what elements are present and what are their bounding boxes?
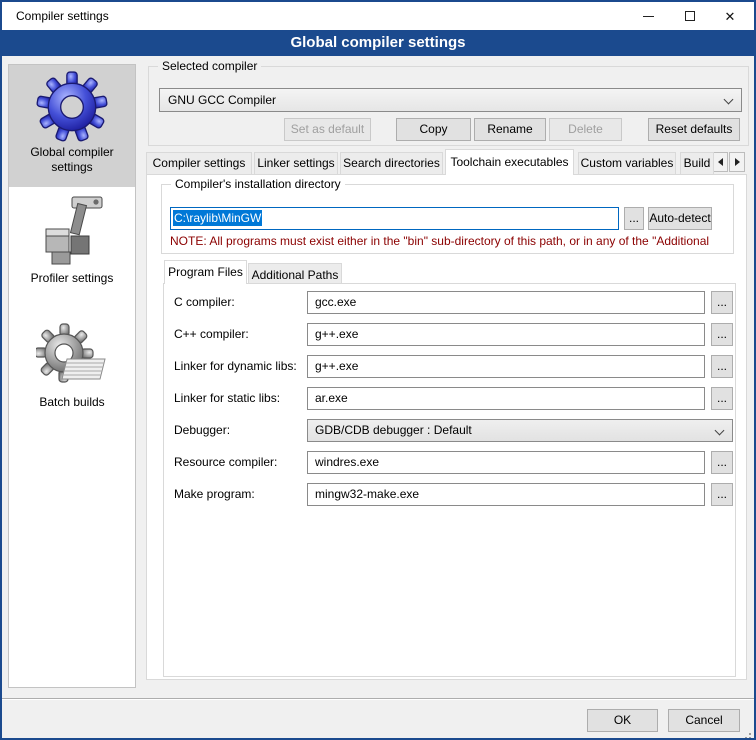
debugger-select[interactable]: GDB/CDB debugger : Default: [307, 419, 733, 442]
compiler-select[interactable]: GNU GCC Compiler: [159, 88, 742, 112]
field-row-linker-static: Linker for static libs: ar.exe ...: [164, 387, 735, 410]
footer-divider: [2, 698, 754, 700]
batch-builds-gear-icon: [36, 323, 108, 393]
field-row-c-compiler: C compiler: gcc.exe ...: [164, 291, 735, 314]
rename-button[interactable]: Rename: [474, 118, 546, 141]
selected-text: C:\raylib\MinGW: [173, 210, 262, 226]
tab-scroll-left-button[interactable]: [712, 152, 728, 172]
cpp-compiler-input[interactable]: g++.exe: [307, 323, 705, 346]
resource-compiler-input[interactable]: windres.exe: [307, 451, 705, 474]
delete-button[interactable]: Delete: [549, 118, 622, 141]
group-label: Compiler's installation directory: [171, 177, 345, 191]
sidebar-item-label: Batch builds: [33, 393, 110, 410]
close-button[interactable]: ✕: [712, 2, 748, 30]
title-bar: Compiler settings ✕: [2, 2, 754, 30]
subtab-program-files[interactable]: Program Files: [164, 260, 247, 284]
tab-search-directories[interactable]: Search directories: [340, 152, 443, 174]
field-row-debugger: Debugger: GDB/CDB debugger : Default: [164, 419, 735, 442]
field-label: C compiler:: [174, 291, 235, 314]
field-label: Debugger:: [174, 419, 230, 442]
settings-category-list: Global compiler settings Profiler settin…: [8, 64, 136, 688]
field-label: Linker for dynamic libs:: [174, 355, 297, 378]
field-label: C++ compiler:: [174, 323, 249, 346]
cancel-button[interactable]: Cancel: [668, 709, 740, 732]
resize-grip[interactable]: [749, 733, 751, 735]
browse-linker-static-button[interactable]: ...: [711, 387, 733, 410]
sidebar-item-global-compiler-settings[interactable]: Global compiler settings: [9, 65, 135, 187]
chevron-down-icon: [715, 426, 725, 436]
page-title: Global compiler settings: [2, 30, 754, 56]
note-text: NOTE: All programs must exist either in …: [170, 234, 728, 248]
toolchain-executables-page: Compiler's installation directory C:\ray…: [146, 174, 747, 680]
settings-tab-strip: Compiler settings Linker settings Search…: [146, 149, 756, 175]
field-label: Make program:: [174, 483, 255, 506]
minimize-icon: [643, 16, 654, 17]
reset-defaults-button[interactable]: Reset defaults: [648, 118, 740, 141]
arrow-right-icon: [735, 158, 740, 166]
linker-dynamic-input[interactable]: g++.exe: [307, 355, 705, 378]
field-row-linker-dynamic: Linker for dynamic libs: g++.exe ...: [164, 355, 735, 378]
browse-linker-dynamic-button[interactable]: ...: [711, 355, 733, 378]
profiler-caliper-icon: [34, 191, 110, 269]
blue-gear-icon: [36, 71, 108, 143]
selected-compiler-group: Selected compiler GNU GCC Compiler Set a…: [148, 66, 749, 146]
maximize-icon: [685, 11, 695, 21]
auto-detect-button[interactable]: Auto-detect: [648, 207, 712, 230]
subtab-additional-paths[interactable]: Additional Paths: [248, 263, 342, 284]
close-icon: ✕: [725, 10, 736, 23]
field-label: Linker for static libs:: [174, 387, 280, 410]
installation-directory-group: Compiler's installation directory C:\ray…: [161, 184, 734, 254]
browse-directory-button[interactable]: ...: [624, 207, 644, 230]
program-files-panel: C compiler: gcc.exe ... C++ compiler: g+…: [163, 283, 736, 677]
group-label: Selected compiler: [158, 59, 261, 73]
compiler-settings-dialog: Compiler settings ✕ Global compiler sett…: [0, 0, 756, 740]
browse-resource-compiler-button[interactable]: ...: [711, 451, 733, 474]
tab-linker-settings[interactable]: Linker settings: [254, 152, 338, 174]
tab-build-options[interactable]: Build: [680, 152, 714, 174]
field-row-cpp-compiler: C++ compiler: g++.exe ...: [164, 323, 735, 346]
field-label: Resource compiler:: [174, 451, 277, 474]
tab-toolchain-executables[interactable]: Toolchain executables: [445, 149, 574, 175]
browse-make-program-button[interactable]: ...: [711, 483, 733, 506]
chevron-down-icon: [724, 95, 734, 105]
window-title: Compiler settings: [16, 9, 109, 23]
installation-directory-input[interactable]: C:\raylib\MinGW: [170, 207, 619, 230]
debugger-select-value: GDB/CDB debugger : Default: [315, 423, 472, 437]
ok-button[interactable]: OK: [587, 709, 658, 732]
tab-compiler-settings[interactable]: Compiler settings: [146, 152, 252, 174]
field-row-make-program: Make program: mingw32-make.exe ...: [164, 483, 735, 506]
tab-scroll-right-button[interactable]: [729, 152, 745, 172]
sidebar-item-label: Global compiler settings: [9, 143, 135, 175]
tab-custom-variables[interactable]: Custom variables: [578, 152, 676, 174]
make-program-input[interactable]: mingw32-make.exe: [307, 483, 705, 506]
linker-static-input[interactable]: ar.exe: [307, 387, 705, 410]
sidebar-item-profiler-settings[interactable]: Profiler settings: [9, 191, 135, 293]
browse-cpp-compiler-button[interactable]: ...: [711, 323, 733, 346]
maximize-button[interactable]: [672, 2, 708, 30]
minimize-button[interactable]: [630, 2, 666, 30]
sidebar-item-label: Profiler settings: [25, 269, 120, 286]
browse-c-compiler-button[interactable]: ...: [711, 291, 733, 314]
arrow-left-icon: [718, 158, 723, 166]
c-compiler-input[interactable]: gcc.exe: [307, 291, 705, 314]
compiler-select-value: GNU GCC Compiler: [168, 93, 276, 107]
field-row-resource-compiler: Resource compiler: windres.exe ...: [164, 451, 735, 474]
copy-button[interactable]: Copy: [396, 118, 471, 141]
set-as-default-button[interactable]: Set as default: [284, 118, 371, 141]
sidebar-item-batch-builds[interactable]: Batch builds: [9, 323, 135, 417]
